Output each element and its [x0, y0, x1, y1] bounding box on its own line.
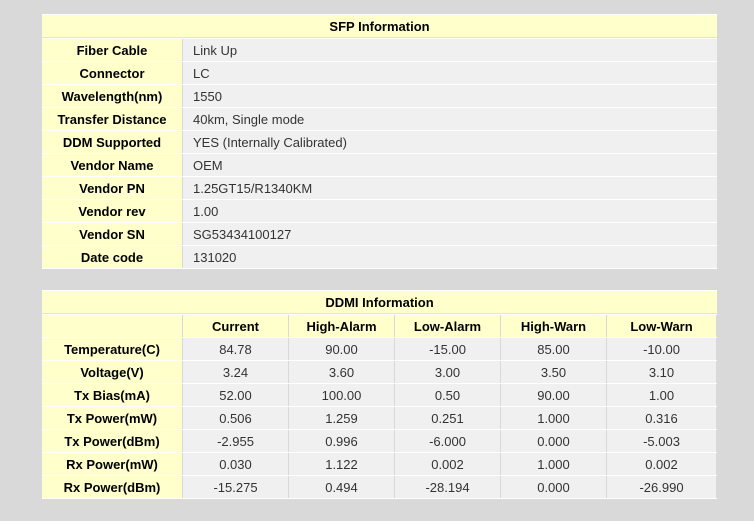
column-header: High-Alarm — [289, 315, 395, 337]
row-label: Vendor rev — [42, 200, 183, 222]
row-label: Date code — [42, 246, 183, 268]
cell: 1.122 — [289, 453, 395, 475]
table-row: Transfer Distance 40km, Single mode — [42, 108, 717, 130]
row-label: Tx Power(mW) — [42, 407, 183, 429]
sfp-information-table: SFP Information Fiber Cable Link Up Conn… — [42, 14, 717, 269]
cell: 3.24 — [183, 361, 289, 383]
row-label: Connector — [42, 62, 183, 84]
table-row: Tx Bias(mA) 52.00 100.00 0.50 90.00 1.00 — [42, 384, 717, 406]
row-value: OEM — [183, 154, 717, 176]
cell: 90.00 — [501, 384, 607, 406]
row-label: Transfer Distance — [42, 108, 183, 130]
table-row: Rx Power(dBm) -15.275 0.494 -28.194 0.00… — [42, 476, 717, 498]
cell: 1.000 — [501, 407, 607, 429]
row-label: Wavelength(nm) — [42, 85, 183, 107]
row-label: Tx Bias(mA) — [42, 384, 183, 406]
row-value: 1550 — [183, 85, 717, 107]
cell: 1.00 — [607, 384, 717, 406]
table-row: Vendor SN SG53434100127 — [42, 223, 717, 245]
ddmi-title: DDMI Information — [42, 291, 717, 314]
cell: -28.194 — [395, 476, 501, 498]
cell: -10.00 — [607, 338, 717, 360]
cell: 0.000 — [501, 430, 607, 452]
cell: 84.78 — [183, 338, 289, 360]
cell: 0.506 — [183, 407, 289, 429]
column-header: High-Warn — [501, 315, 607, 337]
row-label: Rx Power(mW) — [42, 453, 183, 475]
column-header-row: Current High-Alarm Low-Alarm High-Warn L… — [42, 315, 717, 337]
table-row: Tx Power(dBm) -2.955 0.996 -6.000 0.000 … — [42, 430, 717, 452]
cell: 0.251 — [395, 407, 501, 429]
row-value: 1.00 — [183, 200, 717, 222]
sfp-title-row: SFP Information — [42, 15, 717, 38]
table-row: Rx Power(mW) 0.030 1.122 0.002 1.000 0.0… — [42, 453, 717, 475]
row-label: Voltage(V) — [42, 361, 183, 383]
row-label: Tx Power(dBm) — [42, 430, 183, 452]
column-header: Low-Warn — [607, 315, 717, 337]
sfp-title: SFP Information — [42, 15, 717, 38]
row-value: 40km, Single mode — [183, 108, 717, 130]
cell: 0.996 — [289, 430, 395, 452]
cell: 3.00 — [395, 361, 501, 383]
cell: 90.00 — [289, 338, 395, 360]
table-row: DDM Supported YES (Internally Calibrated… — [42, 131, 717, 153]
row-label: Temperature(C) — [42, 338, 183, 360]
table-row: Tx Power(mW) 0.506 1.259 0.251 1.000 0.3… — [42, 407, 717, 429]
cell: -26.990 — [607, 476, 717, 498]
row-value: SG53434100127 — [183, 223, 717, 245]
row-value: 1.25GT15/R1340KM — [183, 177, 717, 199]
cell: -6.000 — [395, 430, 501, 452]
cell: 52.00 — [183, 384, 289, 406]
table-row: Voltage(V) 3.24 3.60 3.00 3.50 3.10 — [42, 361, 717, 383]
corner-cell — [42, 315, 183, 337]
column-header: Current — [183, 315, 289, 337]
cell: -5.003 — [607, 430, 717, 452]
row-value: YES (Internally Calibrated) — [183, 131, 717, 153]
row-value: LC — [183, 62, 717, 84]
row-label: Fiber Cable — [42, 39, 183, 61]
table-row: Connector LC — [42, 62, 717, 84]
row-label: Vendor PN — [42, 177, 183, 199]
cell: 0.000 — [501, 476, 607, 498]
cell: 3.50 — [501, 361, 607, 383]
cell: 0.002 — [395, 453, 501, 475]
table-row: Vendor Name OEM — [42, 154, 717, 176]
cell: 1.000 — [501, 453, 607, 475]
table-row: Temperature(C) 84.78 90.00 -15.00 85.00 … — [42, 338, 717, 360]
row-label: Rx Power(dBm) — [42, 476, 183, 498]
table-row: Vendor rev 1.00 — [42, 200, 717, 222]
cell: 1.259 — [289, 407, 395, 429]
ddmi-information-table: DDMI Information Current High-Alarm Low-… — [42, 290, 717, 499]
cell: -15.00 — [395, 338, 501, 360]
row-label: DDM Supported — [42, 131, 183, 153]
cell: 0.494 — [289, 476, 395, 498]
cell: 3.60 — [289, 361, 395, 383]
row-value: 131020 — [183, 246, 717, 268]
table-row: Date code 131020 — [42, 246, 717, 268]
cell: -15.275 — [183, 476, 289, 498]
cell: 85.00 — [501, 338, 607, 360]
table-row: Fiber Cable Link Up — [42, 39, 717, 61]
cell: 0.316 — [607, 407, 717, 429]
row-label: Vendor SN — [42, 223, 183, 245]
column-header: Low-Alarm — [395, 315, 501, 337]
cell: 100.00 — [289, 384, 395, 406]
ddmi-title-row: DDMI Information — [42, 291, 717, 314]
row-label: Vendor Name — [42, 154, 183, 176]
cell: 0.50 — [395, 384, 501, 406]
cell: 0.030 — [183, 453, 289, 475]
table-row: Wavelength(nm) 1550 — [42, 85, 717, 107]
cell: -2.955 — [183, 430, 289, 452]
table-row: Vendor PN 1.25GT15/R1340KM — [42, 177, 717, 199]
cell: 3.10 — [607, 361, 717, 383]
row-value: Link Up — [183, 39, 717, 61]
cell: 0.002 — [607, 453, 717, 475]
